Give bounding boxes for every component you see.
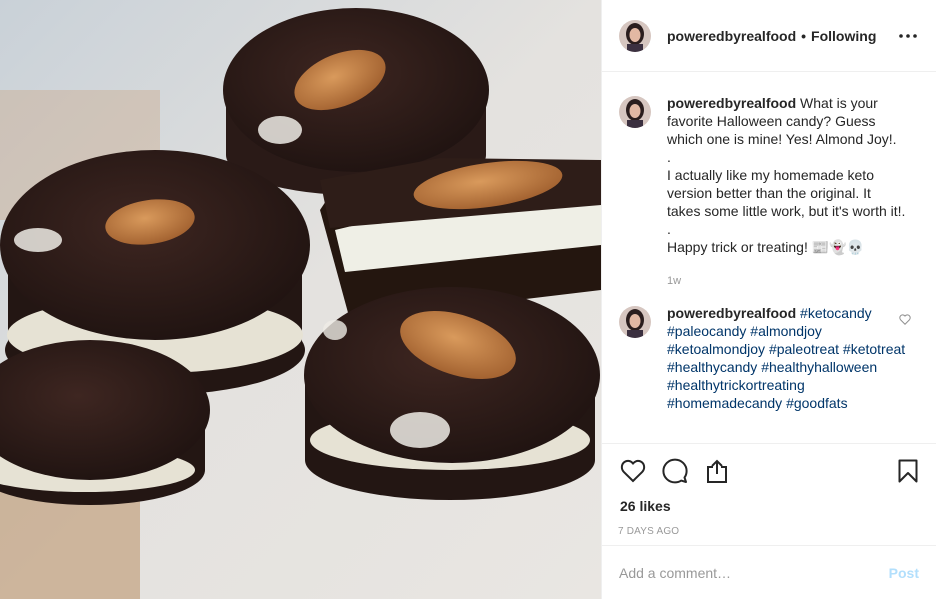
hashtag-link[interactable]: #ketocandy: [800, 305, 872, 321]
hashtag-link[interactable]: #healthycandy: [667, 359, 757, 375]
comment-icon: [662, 458, 688, 484]
profile-photo-icon: [619, 96, 651, 128]
more-options-button[interactable]: [896, 24, 920, 48]
heart-icon: [620, 459, 646, 483]
avatar[interactable]: [619, 306, 651, 338]
like-button[interactable]: [618, 456, 648, 486]
hashtag-link[interactable]: #ketotreat: [843, 341, 905, 357]
save-button[interactable]: [893, 456, 923, 486]
profile-photo-icon: [619, 19, 651, 52]
more-horizontal-icon: [899, 33, 917, 38]
hashtag-link[interactable]: #healthyhalloween: [761, 359, 877, 375]
hashtag-link[interactable]: #homemadecandy: [667, 395, 782, 411]
share-icon: [707, 459, 727, 483]
post-side-panel: poweredbyrealfood • Following poweredbyr…: [601, 0, 936, 599]
caption-text: What is your favorite Halloween candy? G…: [667, 95, 906, 255]
hashtag-comment: poweredbyrealfood #ketocandy #paleocandy…: [619, 304, 921, 412]
profile-photo-icon: [619, 306, 651, 338]
caption-time[interactable]: 1w: [667, 272, 907, 290]
share-button[interactable]: [702, 456, 732, 486]
action-icons: [618, 456, 921, 486]
like-comment-button[interactable]: [899, 312, 911, 328]
post-timestamp[interactable]: 7 DAYS AGO: [618, 526, 921, 537]
comment-username[interactable]: poweredbyrealfood: [667, 305, 796, 321]
caption-body: poweredbyrealfood What is your favorite …: [667, 94, 907, 304]
avatar[interactable]: [619, 19, 651, 52]
action-bar: 26 likes 7 DAYS AGO: [602, 443, 936, 537]
hashtag-comment-body: poweredbyrealfood #ketocandy #paleocandy…: [667, 304, 907, 412]
post-photo[interactable]: [0, 0, 601, 599]
add-comment-bar: Add a comment… Post: [602, 545, 936, 599]
post-header: poweredbyrealfood • Following: [602, 0, 936, 72]
caption-username[interactable]: poweredbyrealfood: [667, 95, 796, 111]
comment-input[interactable]: Add a comment…: [619, 565, 731, 581]
heart-outline-small-icon: [899, 314, 911, 325]
hashtag-link[interactable]: #healthytrickortreating: [667, 377, 805, 393]
post-dialog: poweredbyrealfood • Following poweredbyr…: [0, 0, 936, 599]
comment-button[interactable]: [660, 456, 690, 486]
post-comment-button[interactable]: Post: [889, 565, 919, 581]
hashtag-link[interactable]: #goodfats: [786, 395, 848, 411]
hashtag-link[interactable]: #ketoalmondjoy: [667, 341, 765, 357]
likes-count[interactable]: 26 likes: [620, 498, 921, 514]
avatar[interactable]: [619, 96, 651, 128]
caption-text-block: poweredbyrealfood What is your favorite …: [667, 94, 907, 256]
separator-dot: •: [801, 27, 807, 44]
hashtag-link[interactable]: #paleocandy: [667, 323, 746, 339]
hashtag-link[interactable]: #almondjoy: [750, 323, 822, 339]
comments-list[interactable]: poweredbyrealfood What is your favorite …: [602, 72, 936, 443]
candy-photo-illustration: [0, 0, 601, 599]
bookmark-icon: [898, 459, 918, 483]
following-button[interactable]: Following: [811, 28, 876, 44]
header-username[interactable]: poweredbyrealfood: [667, 28, 796, 44]
hashtag-link[interactable]: #paleotreat: [769, 341, 839, 357]
caption-comment: poweredbyrealfood What is your favorite …: [619, 94, 921, 304]
